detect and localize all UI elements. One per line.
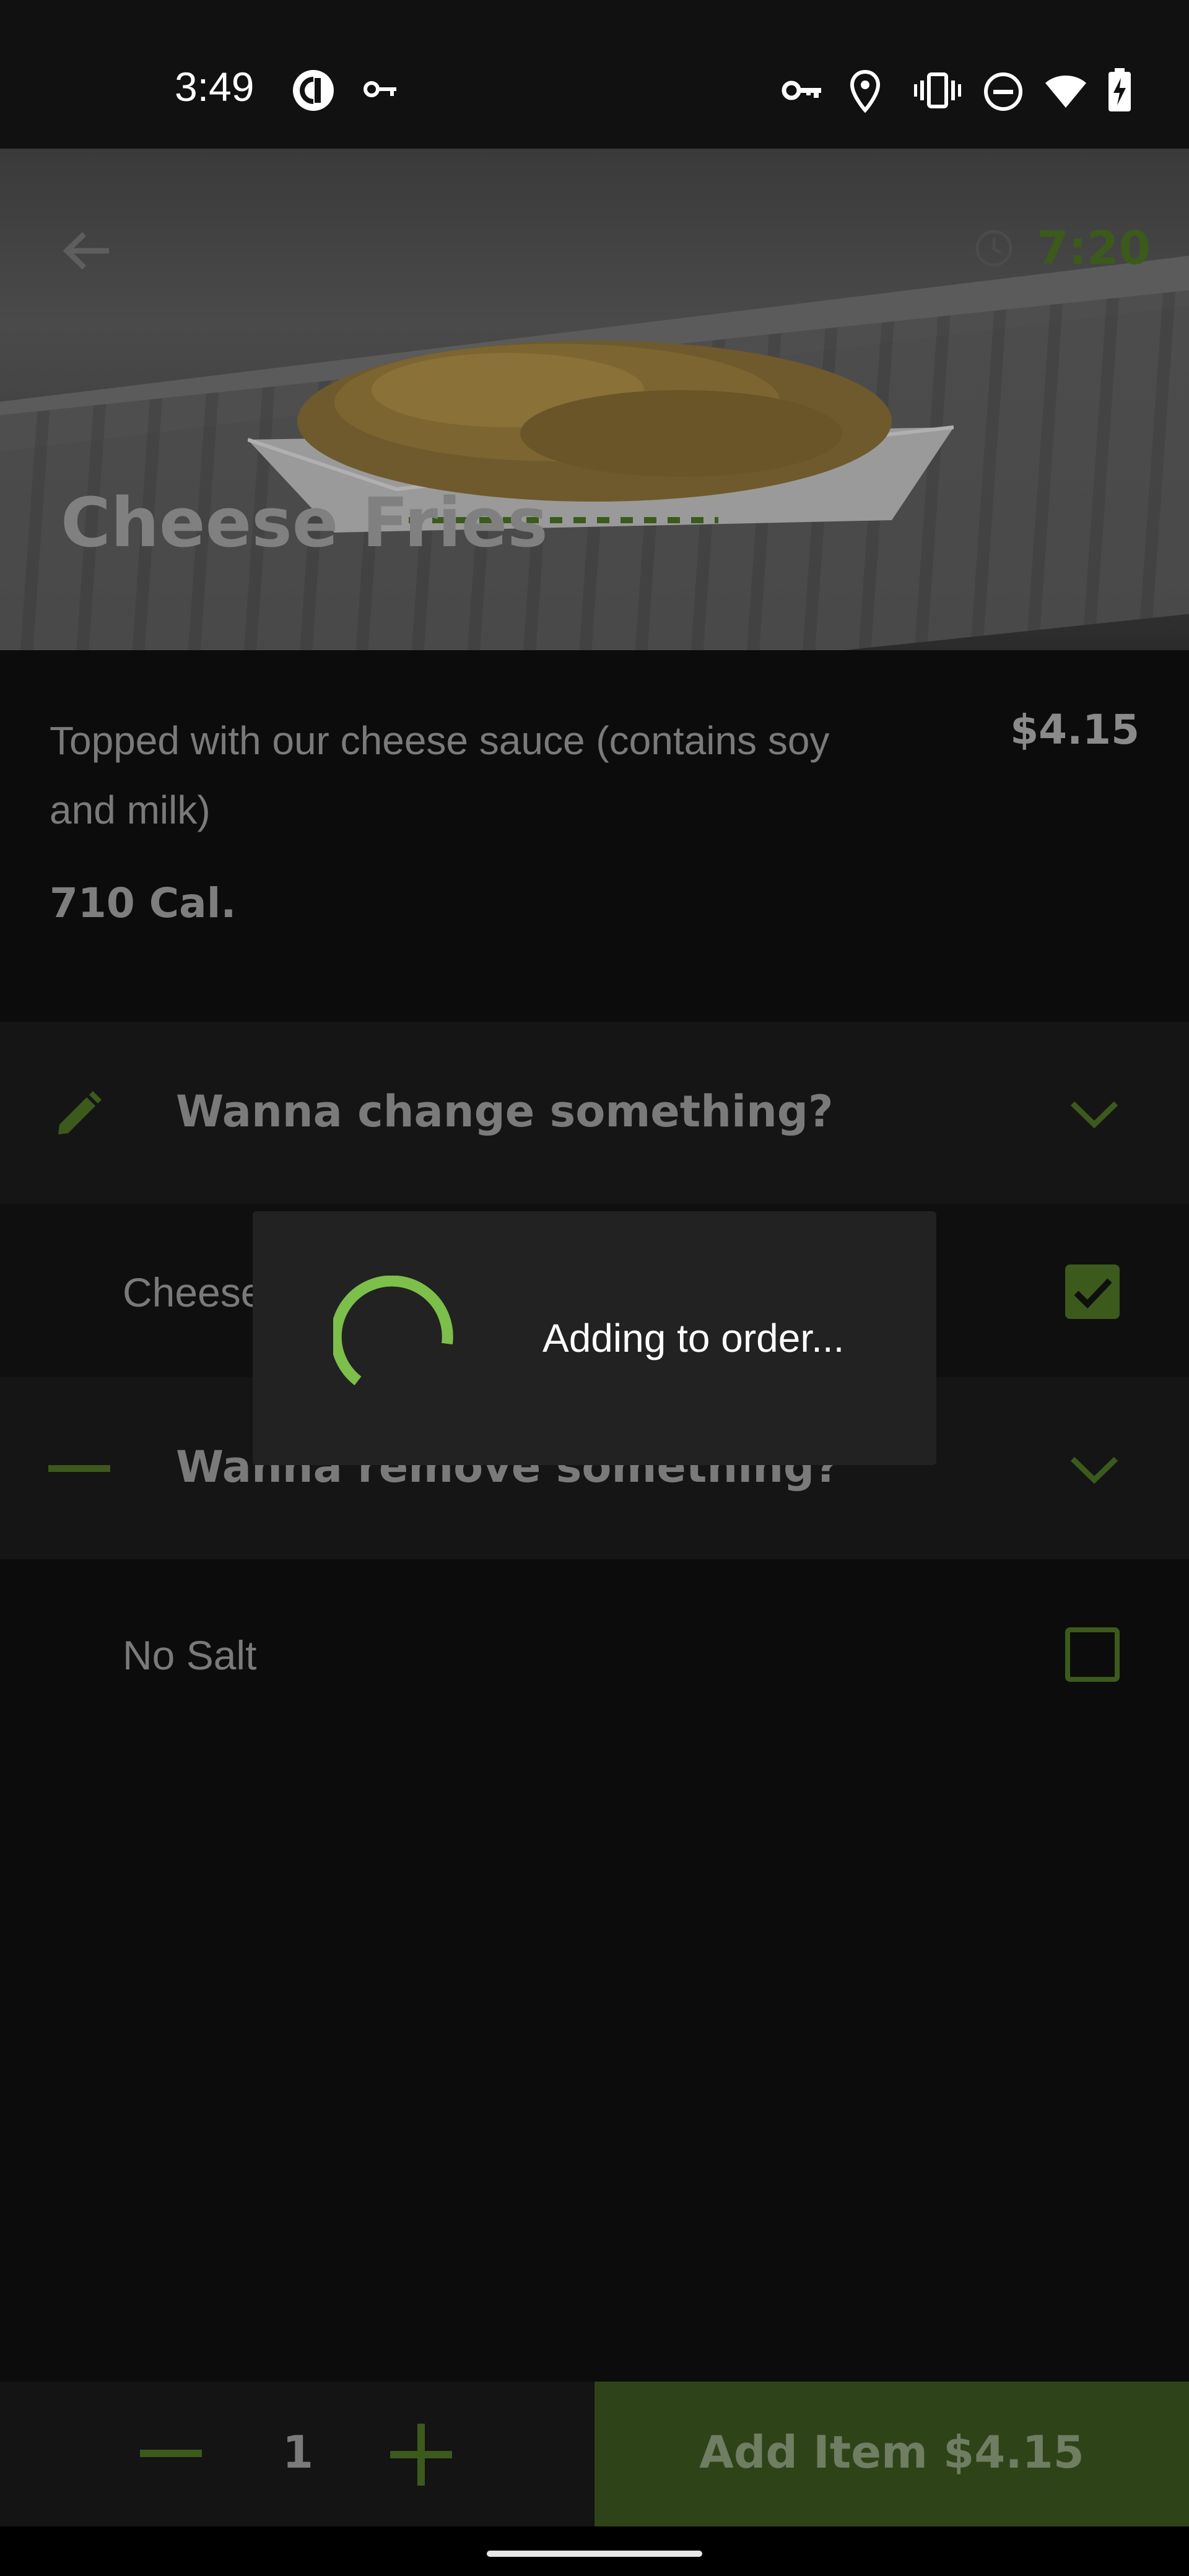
wifi-icon: [1044, 73, 1087, 111]
key-icon: [782, 77, 822, 107]
option-label: Cheese: [123, 1269, 264, 1315]
location-icon: [850, 69, 881, 115]
chevron-down-icon[interactable]: [1068, 1450, 1121, 1487]
option-label: No Salt: [123, 1632, 257, 1678]
loading-dialog: Adding to order...: [253, 1211, 936, 1465]
change-section-header[interactable]: Wanna change something?: [0, 1022, 1189, 1204]
arrow-back-icon[interactable]: [59, 223, 115, 279]
status-bar: 3:49: [0, 0, 1189, 149]
pocket-casts-icon: [291, 68, 336, 115]
navigation-bar: [0, 2526, 1189, 2576]
decrease-quantity-button[interactable]: [140, 2429, 202, 2478]
do-not-disturb-icon: [983, 72, 1023, 114]
add-item-label: Add Item $4.15: [699, 2426, 1084, 2478]
add-item-button[interactable]: Add Item $4.15: [594, 2382, 1189, 2526]
order-timer: 7:20: [1037, 222, 1151, 275]
pencil-icon: [53, 1090, 103, 1142]
home-gesture-pill[interactable]: [487, 2551, 702, 2557]
quantity-value: 1: [282, 2426, 314, 2478]
minus-icon: [48, 1464, 110, 1476]
item-details: Topped with our cheese sauce (contains s…: [0, 650, 1189, 1022]
item-description: Topped with our cheese sauce (contains s…: [50, 718, 830, 832]
vpn-key-icon: [363, 77, 398, 104]
loading-spinner-icon: [333, 1276, 453, 1386]
status-time: 3:49: [175, 64, 255, 110]
quantity-stepper: 1: [0, 2382, 593, 2526]
bottom-bar: 1 Add Item $4.15: [0, 2382, 1189, 2526]
option-row-no-salt[interactable]: No Salt: [0, 1567, 1189, 1740]
change-section-title: Wanna change something?: [176, 1086, 834, 1137]
clock-icon: [975, 229, 1013, 268]
item-price: $4.15: [1010, 706, 1139, 754]
checkbox-checked[interactable]: [1065, 1264, 1120, 1319]
item-calories: 710 Cal.: [50, 879, 237, 927]
increase-quantity-button[interactable]: [390, 2424, 452, 2486]
hero-image: 7:20 Cheese Fries: [0, 149, 1189, 650]
vibrate-icon: [913, 72, 962, 111]
battery-charging-icon: [1107, 68, 1132, 115]
page-title: Cheese Fries: [61, 483, 548, 562]
chevron-down-icon[interactable]: [1068, 1095, 1121, 1132]
checkbox-unchecked[interactable]: [1065, 1627, 1120, 1682]
loading-message: Adding to order...: [542, 1316, 845, 1360]
